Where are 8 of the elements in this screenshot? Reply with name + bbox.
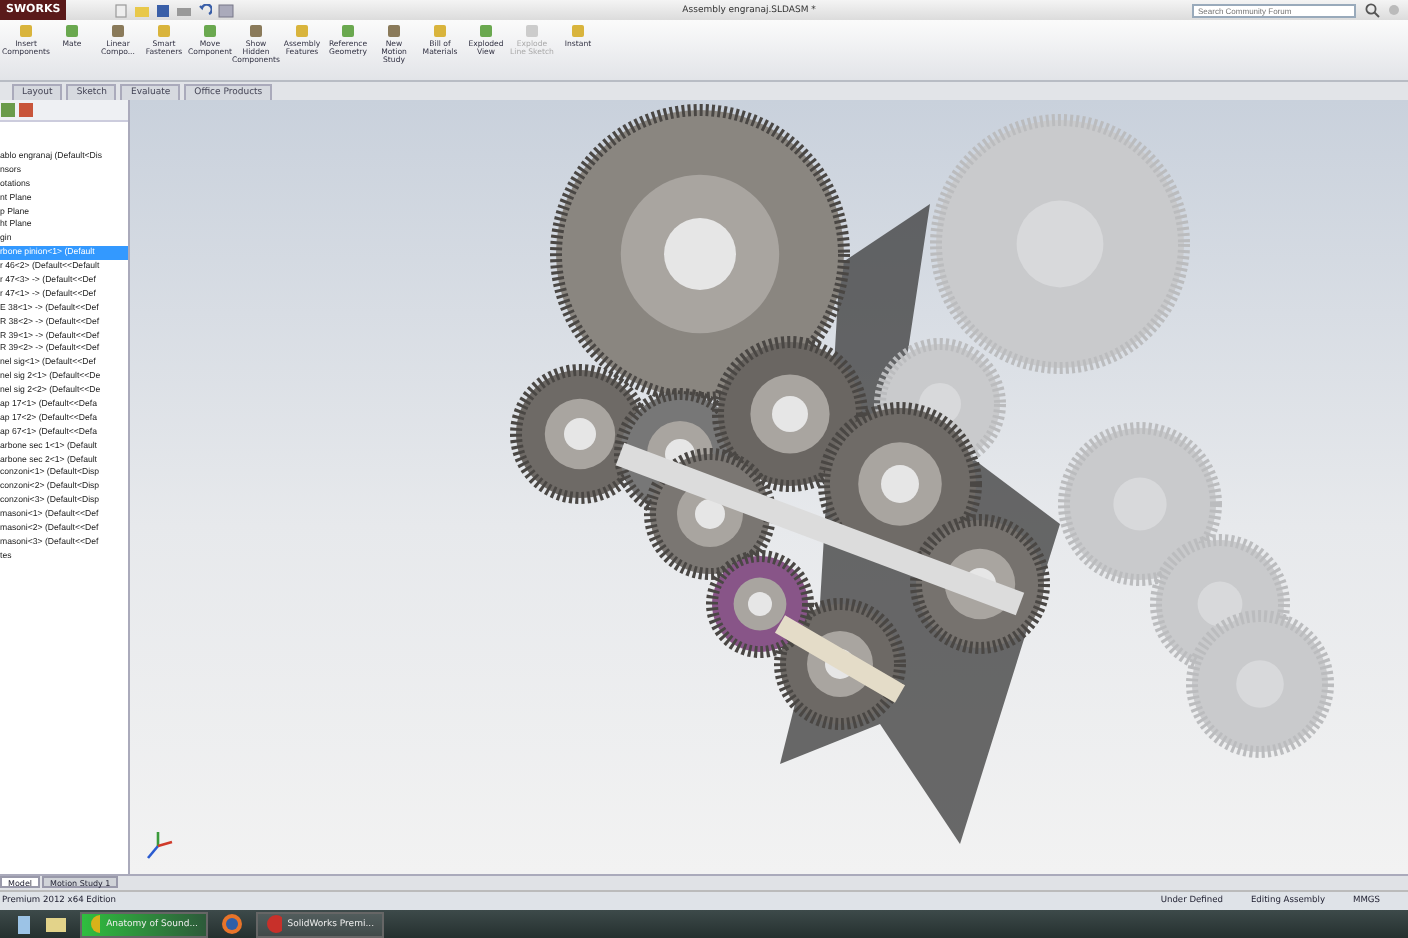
app-icon [90,914,101,934]
search-icon[interactable] [1364,2,1380,18]
folder-icon[interactable] [44,914,68,934]
browser-icon[interactable] [220,912,244,936]
taskbar-app-icon[interactable] [16,913,32,935]
axis-triad-icon [146,830,174,862]
undo-icon[interactable] [198,3,213,17]
app-icon [266,914,282,934]
